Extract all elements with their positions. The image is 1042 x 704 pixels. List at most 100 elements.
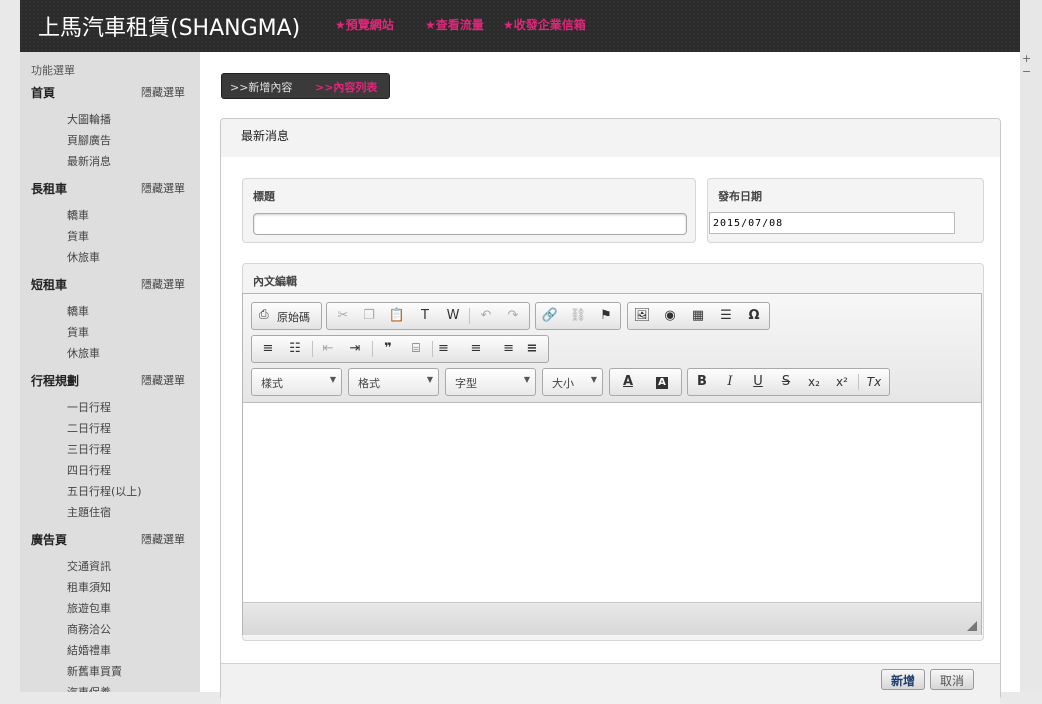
sidebar-item[interactable]: 租車須知: [67, 579, 111, 595]
text-color-icon[interactable]: A: [612, 369, 644, 395]
underline-icon[interactable]: U: [744, 369, 772, 395]
undo-icon[interactable]: ↶: [472, 303, 500, 329]
sidebar-item[interactable]: 商務洽公: [67, 621, 111, 637]
table-icon[interactable]: ▦: [684, 303, 712, 329]
flash-icon[interactable]: ◉: [656, 303, 684, 329]
link-group: 🔗 ⛓ ⚑: [535, 302, 621, 330]
company-mailbox-link[interactable]: ★收發企業信箱: [503, 16, 586, 33]
chevron-down-icon: ▼: [523, 375, 530, 384]
separator: [432, 341, 433, 357]
sidebar-section-ads[interactable]: 廣告頁: [31, 531, 67, 548]
source-button[interactable]: ⎙ 原始碼: [251, 302, 322, 330]
unlink-icon[interactable]: ⛓: [564, 303, 592, 329]
strikethrough-icon[interactable]: S: [772, 369, 800, 395]
title-input[interactable]: [253, 213, 687, 235]
bold-icon[interactable]: B: [688, 369, 716, 395]
sidebar-item[interactable]: 主題住宿: [67, 504, 111, 520]
align-right-icon[interactable]: ≡: [490, 336, 518, 362]
preview-site-link[interactable]: ★預覽網站: [335, 16, 394, 33]
redo-icon[interactable]: ↷: [499, 303, 527, 329]
hide-menu-toggle[interactable]: 隱藏選單: [141, 372, 185, 388]
sidebar-item[interactable]: 三日行程: [67, 441, 111, 457]
submit-add-button[interactable]: 新增: [881, 669, 925, 690]
editor-content-area[interactable]: [243, 403, 981, 602]
admin-app: 上馬汽車租賃(SHANGMA) ★預覽網站 ★查看流量 ★收發企業信箱 功能選單…: [20, 0, 1020, 704]
sidebar-section-long-rent[interactable]: 長租車: [31, 180, 67, 197]
div-container-icon[interactable]: ⌸: [402, 336, 430, 362]
hide-menu-toggle[interactable]: 隱藏選單: [141, 276, 185, 292]
sidebar-section-itinerary[interactable]: 行程規劃: [31, 372, 79, 389]
anchor-flag-icon[interactable]: ⚑: [592, 303, 620, 329]
publish-date-input[interactable]: [709, 212, 955, 234]
copy-icon[interactable]: ❐: [355, 303, 383, 329]
cut-icon[interactable]: ✂: [329, 303, 357, 329]
sidebar-item[interactable]: 最新消息: [67, 153, 111, 169]
content-editor-label: 內文編輯: [253, 275, 297, 288]
outdent-icon[interactable]: ⇤: [314, 336, 342, 362]
image-icon[interactable]: 🖼: [628, 303, 656, 329]
sidebar-item[interactable]: 結婚禮車: [67, 642, 111, 658]
indent-icon[interactable]: ⇥: [341, 336, 369, 362]
special-char-icon[interactable]: Ω: [740, 303, 768, 329]
blockquote-icon[interactable]: ❞: [374, 336, 402, 362]
horizontal-line-icon[interactable]: ☰: [712, 303, 740, 329]
cancel-button[interactable]: 取消: [930, 669, 974, 690]
bg-color-glyph: A: [656, 377, 668, 389]
zoom-controls[interactable]: + −: [1022, 52, 1042, 78]
hide-menu-toggle[interactable]: 隱藏選單: [141, 531, 185, 547]
styles-combo-label: 樣式: [261, 377, 283, 390]
sidebar-item[interactable]: 頁腳廣告: [67, 132, 111, 148]
sidebar-item[interactable]: 二日行程: [67, 420, 111, 436]
link-icon[interactable]: 🔗: [536, 303, 564, 329]
background-color-icon[interactable]: A: [646, 369, 678, 395]
paste-word-icon[interactable]: W: [439, 303, 467, 329]
sidebar-item[interactable]: 轎車: [67, 207, 89, 223]
source-icon: ⎙: [259, 307, 269, 321]
sidebar-item[interactable]: 大圖輪播: [67, 111, 111, 127]
sidebar-item[interactable]: 交通資訊: [67, 558, 111, 574]
separator: [858, 374, 859, 390]
sidebar-item[interactable]: 轎車: [67, 303, 89, 319]
hide-menu-toggle[interactable]: 隱藏選單: [141, 180, 185, 196]
sidebar-item[interactable]: 汽車保養: [67, 684, 111, 692]
sidebar-item[interactable]: 休旅車: [67, 249, 100, 265]
italic-icon[interactable]: I: [716, 369, 744, 395]
superscript-icon[interactable]: x²: [828, 369, 856, 395]
numbered-list-icon[interactable]: ≡: [254, 336, 282, 362]
panel-title: 最新消息: [241, 129, 290, 143]
sidebar-item[interactable]: 貨車: [67, 324, 89, 340]
align-center-icon[interactable]: ≡: [462, 336, 490, 362]
resize-handle-icon[interactable]: [967, 621, 977, 631]
tab-content-list[interactable]: >>內容列表: [315, 79, 377, 95]
clipboard-group: ✂ ❐ 📋 T W ↶ ↷: [326, 302, 530, 330]
site-header: 上馬汽車租賃(SHANGMA) ★預覽網站 ★查看流量 ★收發企業信箱: [20, 0, 1020, 52]
sidebar-item[interactable]: 一日行程: [67, 399, 111, 415]
font-combo[interactable]: 字型 ▼: [445, 368, 536, 396]
content-tabs: >>新增內容 >>內容列表: [221, 73, 390, 99]
sidebar-item[interactable]: 四日行程: [67, 462, 111, 478]
sidebar-section-short-rent[interactable]: 短租車: [31, 276, 67, 293]
sidebar-item[interactable]: 旅遊包車: [67, 600, 111, 616]
paste-text-icon[interactable]: T: [411, 303, 439, 329]
tab-add-content[interactable]: >>新增內容: [230, 79, 292, 95]
styles-combo[interactable]: 樣式 ▼: [251, 368, 342, 396]
format-combo[interactable]: 格式 ▼: [348, 368, 439, 396]
sidebar-item[interactable]: 休旅車: [67, 345, 100, 361]
view-traffic-link[interactable]: ★查看流量: [425, 16, 484, 33]
subscript-icon[interactable]: x₂: [800, 369, 828, 395]
remove-format-icon[interactable]: Tx: [860, 369, 888, 395]
paste-icon[interactable]: 📋: [383, 303, 411, 329]
size-combo[interactable]: 大小 ▼: [542, 368, 603, 396]
sidebar-item[interactable]: 新舊車買賣: [67, 663, 122, 679]
sidebar-menu: 功能選單 首頁 隱藏選單 大圖輪播 頁腳廣告 最新消息 長租車 隱藏選單 轎車 …: [20, 52, 200, 692]
sidebar-item[interactable]: 五日行程(以上): [67, 483, 142, 499]
align-left-icon[interactable]: ≡: [434, 336, 462, 362]
justify-icon[interactable]: ≡: [518, 336, 546, 362]
bulleted-list-icon[interactable]: ☷: [281, 336, 309, 362]
size-combo-label: 大小: [552, 377, 574, 390]
sidebar-section-home[interactable]: 首頁: [31, 84, 55, 101]
menu-title: 功能選單: [31, 64, 75, 77]
hide-menu-toggle[interactable]: 隱藏選單: [141, 84, 185, 100]
sidebar-item[interactable]: 貨車: [67, 228, 89, 244]
color-group: A A: [609, 368, 682, 396]
